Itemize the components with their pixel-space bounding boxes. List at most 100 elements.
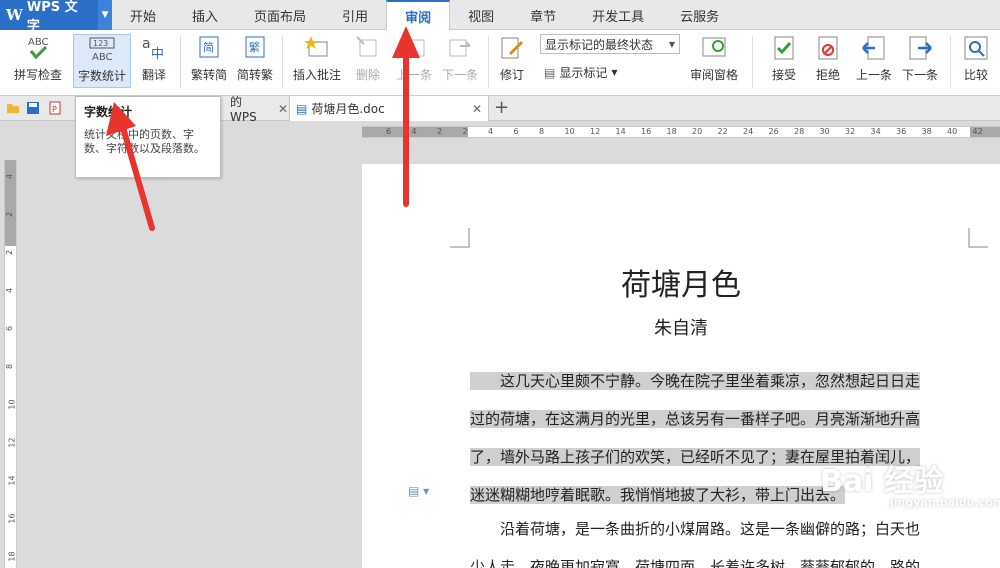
- ribbon-separator: [488, 36, 489, 88]
- to-simplified-button[interactable]: 繁 简转繁: [234, 34, 276, 88]
- word-count-label: 字数统计: [77, 69, 126, 83]
- ruler-tick-label: 4: [5, 287, 15, 294]
- ruler-tick-label: 12: [590, 127, 601, 136]
- delete-comment-button[interactable]: 删除: [348, 34, 388, 88]
- word-count-button[interactable]: 123 ABC 字数统计: [73, 34, 131, 88]
- menu-bar: W WPS 文字 ▼ 开始 插入 页面布局 引用 审阅 视图 章节 开发工具 云…: [0, 0, 1000, 34]
- translate-icon: a中: [140, 34, 168, 62]
- selected-text: 这几天心里颇不宁静。今晚在院子里坐着乘凉，忽然想起日日走: [470, 372, 921, 390]
- prev-change-icon: [860, 34, 888, 62]
- tab-view[interactable]: 视图: [450, 0, 512, 30]
- to-traditional-button[interactable]: 简 繁转简: [188, 34, 230, 88]
- ruler-tick-label: 22: [717, 127, 728, 136]
- reject-label: 拒绝: [815, 68, 840, 82]
- compare-button[interactable]: 比较: [956, 34, 996, 88]
- wps-logo-icon: W: [6, 6, 23, 24]
- ruler-tick-label: 42: [972, 127, 983, 136]
- show-markup-label: 显示标记: [559, 66, 608, 80]
- save-icon[interactable]: [26, 101, 40, 115]
- markup-state-select[interactable]: 显示标记的最终状态 ▼: [540, 34, 680, 54]
- ribbon-separator: [282, 36, 283, 88]
- paragraph-options-icon[interactable]: ▤ ▾: [408, 484, 429, 498]
- watermark-text: Bai 经验: [820, 464, 944, 499]
- text-line: 少人走，夜晚更加寂寞。荷塘四面，长着许多树，蓊蓊郁郁的。路的: [470, 558, 921, 568]
- ruler-tick-label: 40: [947, 127, 958, 136]
- reject-button[interactable]: 拒绝: [808, 34, 848, 88]
- document-author: 朱自清: [654, 318, 708, 339]
- tab-developer[interactable]: 开发工具: [574, 0, 662, 30]
- new-tab-icon[interactable]: +: [494, 97, 509, 118]
- svg-text:简: 简: [203, 40, 214, 54]
- ruler-tick-label: 30: [819, 127, 830, 136]
- watermark-sub: jingyan.baidu.com: [890, 496, 1000, 509]
- open-folder-icon[interactable]: [6, 101, 20, 115]
- translate-button[interactable]: a中 翻译: [132, 34, 176, 88]
- document-icon: ▤: [296, 101, 308, 116]
- ruler-tick-label: 8: [5, 363, 15, 370]
- tab-references[interactable]: 引用: [324, 0, 386, 30]
- translate-label: 翻译: [141, 68, 166, 82]
- doc-tab-hetang[interactable]: ▤ 荷塘月色.doc ✕: [289, 96, 489, 121]
- accept-button[interactable]: 接受: [764, 34, 804, 88]
- ruler-tick-label: 2: [5, 249, 15, 256]
- reject-icon: [814, 34, 842, 62]
- text-line: 沿着荷塘，是一条曲折的小煤屑路。这是一条幽僻的路；白天也: [470, 520, 921, 538]
- tab-cloud[interactable]: 云服务: [662, 0, 737, 30]
- markup-state-value: 显示标记的最终状态: [545, 37, 654, 52]
- ruler-tick-label: 2: [462, 127, 468, 136]
- ruler-tick-label: 16: [7, 513, 17, 524]
- review-pane-button[interactable]: 审阅窗格: [686, 34, 742, 88]
- svg-text:繁: 繁: [249, 40, 260, 54]
- spell-check-icon: ABC: [24, 34, 52, 62]
- doc-tab-wps[interactable]: 的WPS ✕: [226, 95, 288, 124]
- next-comment-button[interactable]: 下一条: [440, 34, 480, 88]
- next-item-label: 下一条: [441, 68, 478, 82]
- close-icon[interactable]: ✕: [278, 102, 288, 116]
- ribbon-separator: [752, 36, 753, 88]
- next-comment-icon: [446, 34, 474, 62]
- ruler-tick-label: 38: [921, 127, 932, 136]
- tab-home[interactable]: 开始: [112, 0, 174, 30]
- ruler-tick-label: 2: [5, 211, 15, 218]
- ruler-tick-label: 2: [437, 127, 443, 136]
- horizontal-ruler[interactable]: 6 4 2 2 4 6 8 10 12 14 16 18 20 22 24 26 28 30 32 34 36 38 40 4…: [362, 126, 1000, 138]
- ruler-margin-top: [5, 160, 16, 246]
- app-menu-button[interactable]: W WPS 文字 ▼: [0, 0, 112, 34]
- to-simplified-label: 简转繁: [236, 68, 273, 82]
- ruler-tick-label: 18: [666, 127, 677, 136]
- ruler-tick-label: 32: [845, 127, 856, 136]
- tab-insert[interactable]: 插入: [174, 0, 236, 30]
- compare-icon: [962, 34, 990, 62]
- ruler-tick-label: 26: [768, 127, 779, 136]
- selected-text: 过的荷塘，在这满月的光里，总该另有一番样子吧。月亮渐渐地升高: [470, 410, 921, 428]
- prev-change-button[interactable]: 上一条: [852, 34, 896, 88]
- tab-section[interactable]: 章节: [512, 0, 574, 30]
- annotation-arrow-icon: [392, 26, 420, 207]
- chevron-down-icon: ▼: [611, 68, 618, 77]
- track-changes-label: 修订: [499, 68, 524, 82]
- ruler-tick-label: 34: [870, 127, 881, 136]
- app-menu-caret-icon[interactable]: ▼: [98, 0, 112, 30]
- ruler-tick-label: 6: [5, 325, 15, 332]
- vertical-ruler[interactable]: 4 2 2 4 6 8 10 12 14 16 18: [4, 160, 17, 568]
- crop-mark: [450, 228, 470, 248]
- tab-page-layout[interactable]: 页面布局: [236, 0, 324, 30]
- insert-comment-button[interactable]: 插入批注: [290, 34, 344, 88]
- show-markup-button[interactable]: ▤ 显示标记 ▼: [544, 64, 618, 81]
- review-pane-icon: [700, 34, 728, 62]
- svg-text:123: 123: [93, 39, 108, 48]
- watermark-logo: Bai 经验 jingyan.baidu.com: [820, 456, 1000, 509]
- compare-label: 比较: [963, 68, 988, 82]
- print-preview-icon[interactable]: P: [48, 101, 62, 115]
- spell-check-label: 拼写检查: [13, 68, 62, 82]
- ribbon-separator: [950, 36, 951, 88]
- close-icon[interactable]: ✕: [472, 102, 482, 116]
- delete-comment-icon: [354, 34, 382, 62]
- track-changes-button[interactable]: 修订: [494, 34, 530, 88]
- accept-icon: [770, 34, 798, 62]
- next-change-button[interactable]: 下一条: [898, 34, 942, 88]
- paragraph-2[interactable]: 沿着荷塘，是一条曲折的小煤屑路。这是一条幽僻的路；白天也 少人走，夜晚更加寂寞。…: [470, 510, 970, 568]
- spell-check-button[interactable]: ABC 拼写检查: [6, 34, 70, 88]
- ruler-tick-label: 6: [513, 127, 519, 136]
- ruler-tick-label: 20: [692, 127, 703, 136]
